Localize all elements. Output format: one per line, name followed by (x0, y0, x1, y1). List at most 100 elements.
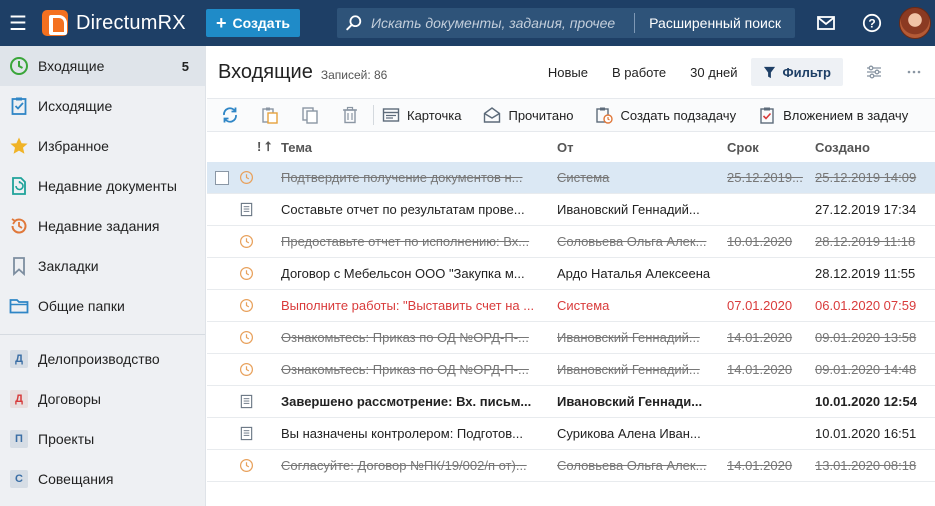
filter-button[interactable]: Фильтр (751, 58, 843, 86)
row-checkbox[interactable] (215, 170, 229, 185)
column-from[interactable]: От (557, 140, 573, 155)
list-header: Входящие Записей: 86 Новые В работе 30 д… (207, 46, 935, 98)
svg-text:?: ? (868, 17, 875, 31)
sidebar-item-label: Исходящие (38, 98, 113, 114)
sidebar-item-label: Недавние документы (38, 178, 177, 194)
sidebar-module-projects[interactable]: П Проекты (0, 419, 205, 459)
recent-task-icon (8, 215, 30, 237)
delete-icon[interactable] (335, 100, 365, 130)
card-button[interactable]: Карточка (382, 106, 461, 124)
column-theme[interactable]: Тема (281, 140, 312, 155)
row-from: Система (557, 170, 610, 185)
hamburger-menu-icon[interactable]: ☰ (0, 0, 36, 46)
filter-button-label: Фильтр (782, 64, 831, 80)
sidebar-item-label: Избранное (38, 138, 109, 154)
column-created[interactable]: Создано (815, 140, 870, 155)
table-row[interactable]: Подтвердите получение документов н... Сис… (207, 162, 935, 194)
row-created: 09.01.2020 14:48 (815, 362, 917, 377)
toolbar-divider (373, 105, 374, 125)
records-count: Записей: 86 (320, 68, 388, 82)
row-due: 14.01.2020 (727, 330, 793, 345)
row-from: Ивановский Геннадий... (557, 362, 700, 377)
clock-icon (238, 266, 254, 282)
table-row[interactable]: Договор с Мебельсон ООО "Закупка м... Ард… (207, 258, 935, 290)
mail-icon[interactable] (803, 0, 849, 46)
row-theme: Подтвердите получение документов н... (281, 170, 523, 185)
help-icon[interactable]: ? (849, 0, 895, 46)
settings-sliders-icon[interactable] (865, 63, 883, 81)
card-button-label: Карточка (407, 107, 462, 123)
row-due: 14.01.2020 (727, 362, 793, 377)
row-from: Соловьева Ольга Алек... (557, 458, 707, 473)
mark-read-label: Прочитано (508, 107, 574, 123)
module-letter-icon: Д (8, 348, 30, 370)
advanced-search-link[interactable]: Расширенный поиск (635, 15, 795, 31)
row-created: 10.01.2020 16:51 (815, 426, 917, 441)
attach-to-task-button[interactable]: Вложением в задачу (758, 106, 908, 124)
sidebar-module-label: Проекты (38, 431, 95, 447)
paste-icon[interactable] (255, 100, 285, 130)
sidebar-module-label: Совещания (38, 471, 114, 487)
column-flags-sort[interactable]: ! ⭡ (257, 139, 271, 155)
row-from: Сурикова Алена Иван... (557, 426, 701, 441)
row-theme: Договор с Мебельсон ООО "Закупка м... (281, 266, 525, 281)
document-icon (238, 202, 254, 218)
user-avatar[interactable] (899, 7, 931, 39)
quick-filter-new[interactable]: Новые (548, 65, 588, 80)
row-theme: Составьте отчет по результатам прове... (281, 202, 525, 217)
sidebar-module-meetings[interactable]: С Совещания (0, 459, 205, 499)
app-logo[interactable]: DirectumRX (42, 10, 202, 36)
create-button-label: Создать (232, 15, 291, 31)
row-due: 14.01.2020 (727, 458, 793, 473)
row-theme: Ознакомьтесь: Приказ по ОД №ОРД-П-... (281, 330, 529, 345)
row-created: 27.12.2019 17:34 (815, 202, 917, 217)
module-letter-badge: Д (10, 350, 28, 368)
sidebar-item-bookmarks[interactable]: Закладки (0, 246, 205, 286)
module-letter-icon: С (8, 468, 30, 490)
clock-icon (238, 298, 254, 314)
row-from: Ардо Наталья Алексеена (557, 266, 711, 281)
attach-to-task-label: Вложением в задачу (783, 107, 909, 123)
create-subtask-label: Создать подзадачу (620, 107, 737, 123)
sidebar-divider (0, 334, 205, 335)
sidebar-item-recent-documents[interactable]: Недавние документы (0, 166, 205, 206)
quick-filter-in-progress[interactable]: В работе (612, 65, 666, 80)
table-row[interactable]: Ознакомьтесь: Приказ по ОД №ОРД-П-... Ива… (207, 322, 935, 354)
clock-icon (238, 234, 254, 250)
main-panel: Входящие Записей: 86 Новые В работе 30 д… (207, 46, 935, 506)
sidebar-module-records-management[interactable]: Д Делопроизводство (0, 339, 205, 379)
star-icon (8, 135, 30, 157)
sidebar-module-contracts[interactable]: Д Договоры (0, 379, 205, 419)
sidebar-item-outbox[interactable]: Исходящие (0, 86, 205, 126)
row-theme: Ознакомьтесь: Приказ по ОД №ОРД-П-... (281, 362, 529, 377)
sidebar-item-inbox[interactable]: Входящие 5 (0, 46, 205, 86)
more-options-icon[interactable] (905, 63, 923, 81)
table-row[interactable]: Выполните работы: "Выставить счет на ...… (207, 290, 935, 322)
refresh-icon[interactable] (215, 100, 245, 130)
row-theme: Выполните работы: "Выставить счет на ... (281, 298, 535, 313)
sidebar-item-favorites[interactable]: Избранное (0, 126, 205, 166)
filter-icon (764, 66, 776, 78)
module-letter-icon: П (8, 428, 30, 450)
table-row[interactable]: Ознакомьтесь: Приказ по ОД №ОРД-П-... Ива… (207, 354, 935, 386)
table-row[interactable]: Согласуйте: Договор №ПК/19/002/п от)... С… (207, 450, 935, 482)
module-letter-icon: Д (8, 388, 30, 410)
search-input[interactable] (371, 8, 635, 38)
table-row[interactable]: Вы назначены контролером: Подготов... Сур… (207, 418, 935, 450)
copy-icon[interactable] (295, 100, 325, 130)
sidebar-item-shared-folders[interactable]: Общие папки (0, 286, 205, 326)
table-row[interactable]: Завершено рассмотрение: Вх. письм... Иван… (207, 386, 935, 418)
table-row[interactable]: Составьте отчет по результатам прове... И… (207, 194, 935, 226)
table-row[interactable]: Предоставьте отчет по исполнению: Вх... С… (207, 226, 935, 258)
quick-filter-30-days[interactable]: 30 дней (690, 65, 737, 80)
inbox-count-badge: 5 (181, 58, 189, 74)
create-subtask-button[interactable]: Создать подзадачу (595, 106, 736, 124)
create-button[interactable]: + Создать (206, 9, 300, 37)
search-icon[interactable] (337, 14, 371, 32)
top-bar: ☰ DirectumRX + Создать Расширенный поиск… (0, 0, 935, 46)
column-due[interactable]: Срок (727, 140, 759, 155)
row-created: 13.01.2020 08:18 (815, 458, 917, 473)
sidebar-item-recent-tasks[interactable]: Недавние задания (0, 206, 205, 246)
sidebar-item-label: Общие папки (38, 298, 125, 314)
mark-read-button[interactable]: Прочитано (483, 106, 573, 124)
